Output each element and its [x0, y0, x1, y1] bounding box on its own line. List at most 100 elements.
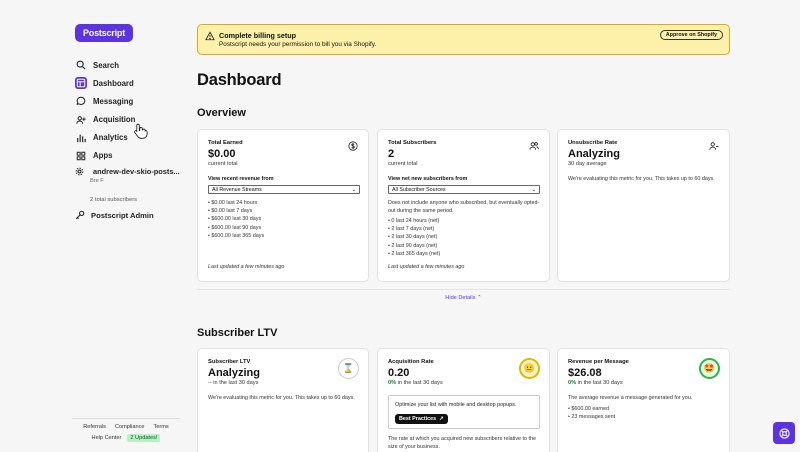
dashboard-icon [75, 77, 87, 90]
card-subtitle: current total [208, 161, 238, 167]
key-icon [75, 210, 87, 220]
revenue-stream-select[interactable]: All Revenue Streams ⌄ [208, 185, 360, 194]
last-updated: Last updated a few minutes ago [208, 264, 285, 270]
help-center-link[interactable]: Help Center [92, 435, 122, 441]
unsubscribe-rate-card: Unsubscribe Rate Analyzing 30 day averag… [557, 129, 730, 282]
nav-label: Messaging [93, 96, 134, 106]
card-subtitle: 0% in the last 30 days [388, 380, 443, 386]
card-title: Total Subscribers [388, 140, 437, 146]
nav-item-apps[interactable]: Apps [72, 147, 182, 165]
revenue-message-list: $600.00 earned 23 messages sent [568, 405, 615, 421]
subscriber-count: 2 total subscribers [90, 197, 138, 203]
card-subtitle: 30 day average [568, 161, 607, 167]
nav-item-search[interactable]: Search [72, 56, 182, 74]
change-percent: 0% [568, 380, 577, 386]
nav-item-analytics[interactable]: Analytics [72, 129, 182, 147]
warning-icon [205, 31, 215, 41]
select-label: View recent revenue from [208, 176, 274, 182]
sidebar-footer: Referrals Compliance Terms Help Center 2… [72, 418, 180, 442]
dollar-circle-icon [348, 141, 358, 151]
updates-badge[interactable]: 2 Updates! [127, 434, 161, 442]
total-subscribers-card: Total Subscribers 2 current total View n… [377, 129, 550, 282]
subscriber-source-select[interactable]: All Subscriber Sources ⌄ [388, 185, 540, 194]
subscriber-list: 0 last 24 hours (net) 2 last 7 days (net… [388, 217, 440, 258]
card-title: Acquisition Rate [388, 359, 434, 365]
hide-details-toggle[interactable]: Hide Details ⌃ [441, 295, 486, 301]
acquisition-note: The rate at which you acquired new subsc… [388, 436, 537, 450]
card-subtitle: -- in the last 30 days [208, 380, 259, 386]
card-value: Analyzing [568, 148, 620, 160]
nav-label: Apps [93, 151, 113, 161]
search-icon [75, 59, 87, 71]
approve-shopify-button[interactable]: Approve on Shopify [659, 30, 723, 40]
banner-title: Complete billing setup [219, 31, 297, 40]
revenue-per-message-card: Revenue per Message $26.08 0% in the las… [557, 348, 730, 452]
revenue-note: The average revenue a message generated … [568, 395, 693, 401]
best-practices-button[interactable]: Best Practices ↗ [395, 414, 448, 424]
unsubscribe-note: We're evaluating this metric for you. Th… [568, 176, 715, 182]
list-item: 2 last 30 days (net) [388, 233, 440, 241]
neutral-face-icon: 😐 [519, 358, 540, 379]
list-item: $600.00 last 30 days [208, 215, 264, 223]
sidebar: Postscript Search Dashboard Messaging Ac… [0, 0, 186, 452]
overview-heading: Overview [197, 107, 246, 119]
list-item: 23 messages sent [568, 413, 615, 421]
list-item: $600.00 last 365 days [208, 232, 264, 240]
postscript-logo[interactable]: Postscript [75, 24, 133, 42]
hand-cursor-icon [134, 123, 148, 144]
card-value: $26.08 [568, 367, 602, 379]
user-minus-icon [709, 142, 719, 150]
nav-item-postscript-admin[interactable]: Postscript Admin [75, 210, 154, 220]
nav-item-dashboard[interactable]: Dashboard [72, 74, 182, 92]
billing-banner: Complete billing setup Postscript needs … [197, 24, 730, 55]
shop-name: andrew-dev-skio-posts... [93, 167, 180, 176]
help-button[interactable] [773, 422, 795, 444]
nav-item-messaging[interactable]: Messaging [72, 92, 182, 110]
main-nav: Search Dashboard Messaging Acquisition A… [72, 56, 182, 165]
list-item: 2 last 7 days (net) [388, 225, 440, 233]
card-title: Unsubscribe Rate [568, 140, 618, 146]
tip-text: Optimize your list with mobile and deskt… [395, 402, 517, 408]
last-updated: Last updated a few minutes ago [388, 264, 465, 270]
apps-icon [75, 150, 87, 162]
subscriber-note: Does not include anyone who subscribed, … [388, 200, 540, 214]
nav-label: Analytics [93, 133, 128, 143]
period-text: in the last 30 days [577, 380, 623, 386]
select-value: All Subscriber Sources [392, 186, 446, 193]
select-value: All Revenue Streams [212, 186, 262, 193]
terms-link[interactable]: Terms [154, 424, 169, 430]
hourglass-icon: ⌛ [338, 358, 359, 379]
nav-label: Search [93, 60, 120, 70]
help-icon [778, 427, 790, 439]
card-subtitle: current total [388, 161, 418, 167]
change-percent: 0% [388, 380, 397, 386]
list-item: $0.00 last 24 hours [208, 199, 264, 207]
card-title: Subscriber LTV [208, 359, 251, 365]
list-item: $600.00 earned [568, 405, 615, 413]
ltv-heading: Subscriber LTV [197, 327, 278, 339]
card-subtitle: 0% in the last 30 days [568, 380, 623, 386]
nav-label: Dashboard [93, 78, 134, 88]
star-eyes-face-icon: 🤩 [699, 358, 720, 379]
chevron-down-icon: ⌄ [531, 186, 536, 193]
period-text: in the last 30 days [397, 380, 443, 386]
chevron-up-icon: ⌃ [477, 295, 482, 301]
list-item: 2 last 365 days (net) [388, 250, 440, 258]
card-value: $0.00 [208, 148, 236, 160]
shop-switcher[interactable]: andrew-dev-skio-posts... Bre F [75, 167, 185, 184]
hide-details-divider: Hide Details ⌃ [197, 289, 730, 308]
referrals-link[interactable]: Referrals [83, 424, 106, 430]
chevron-down-icon: ⌄ [351, 186, 356, 193]
nav-label: Postscript Admin [91, 210, 154, 220]
button-label: Best Practices [399, 416, 437, 422]
compliance-link[interactable]: Compliance [115, 424, 145, 430]
list-item: 2 last 90 days (net) [388, 242, 440, 250]
subscriber-ltv-card: Subscriber LTV Analyzing -- in the last … [197, 348, 369, 452]
page-title: Dashboard [197, 71, 282, 89]
shop-user: Bre F [90, 178, 104, 184]
hide-details-label: Hide Details [445, 295, 476, 301]
popup-tip-box: Optimize your list with mobile and deskt… [388, 395, 540, 429]
ltv-note: We're evaluating this metric for you. Th… [208, 395, 355, 401]
gear-icon [75, 167, 87, 176]
nav-item-acquisition[interactable]: Acquisition [72, 111, 182, 129]
